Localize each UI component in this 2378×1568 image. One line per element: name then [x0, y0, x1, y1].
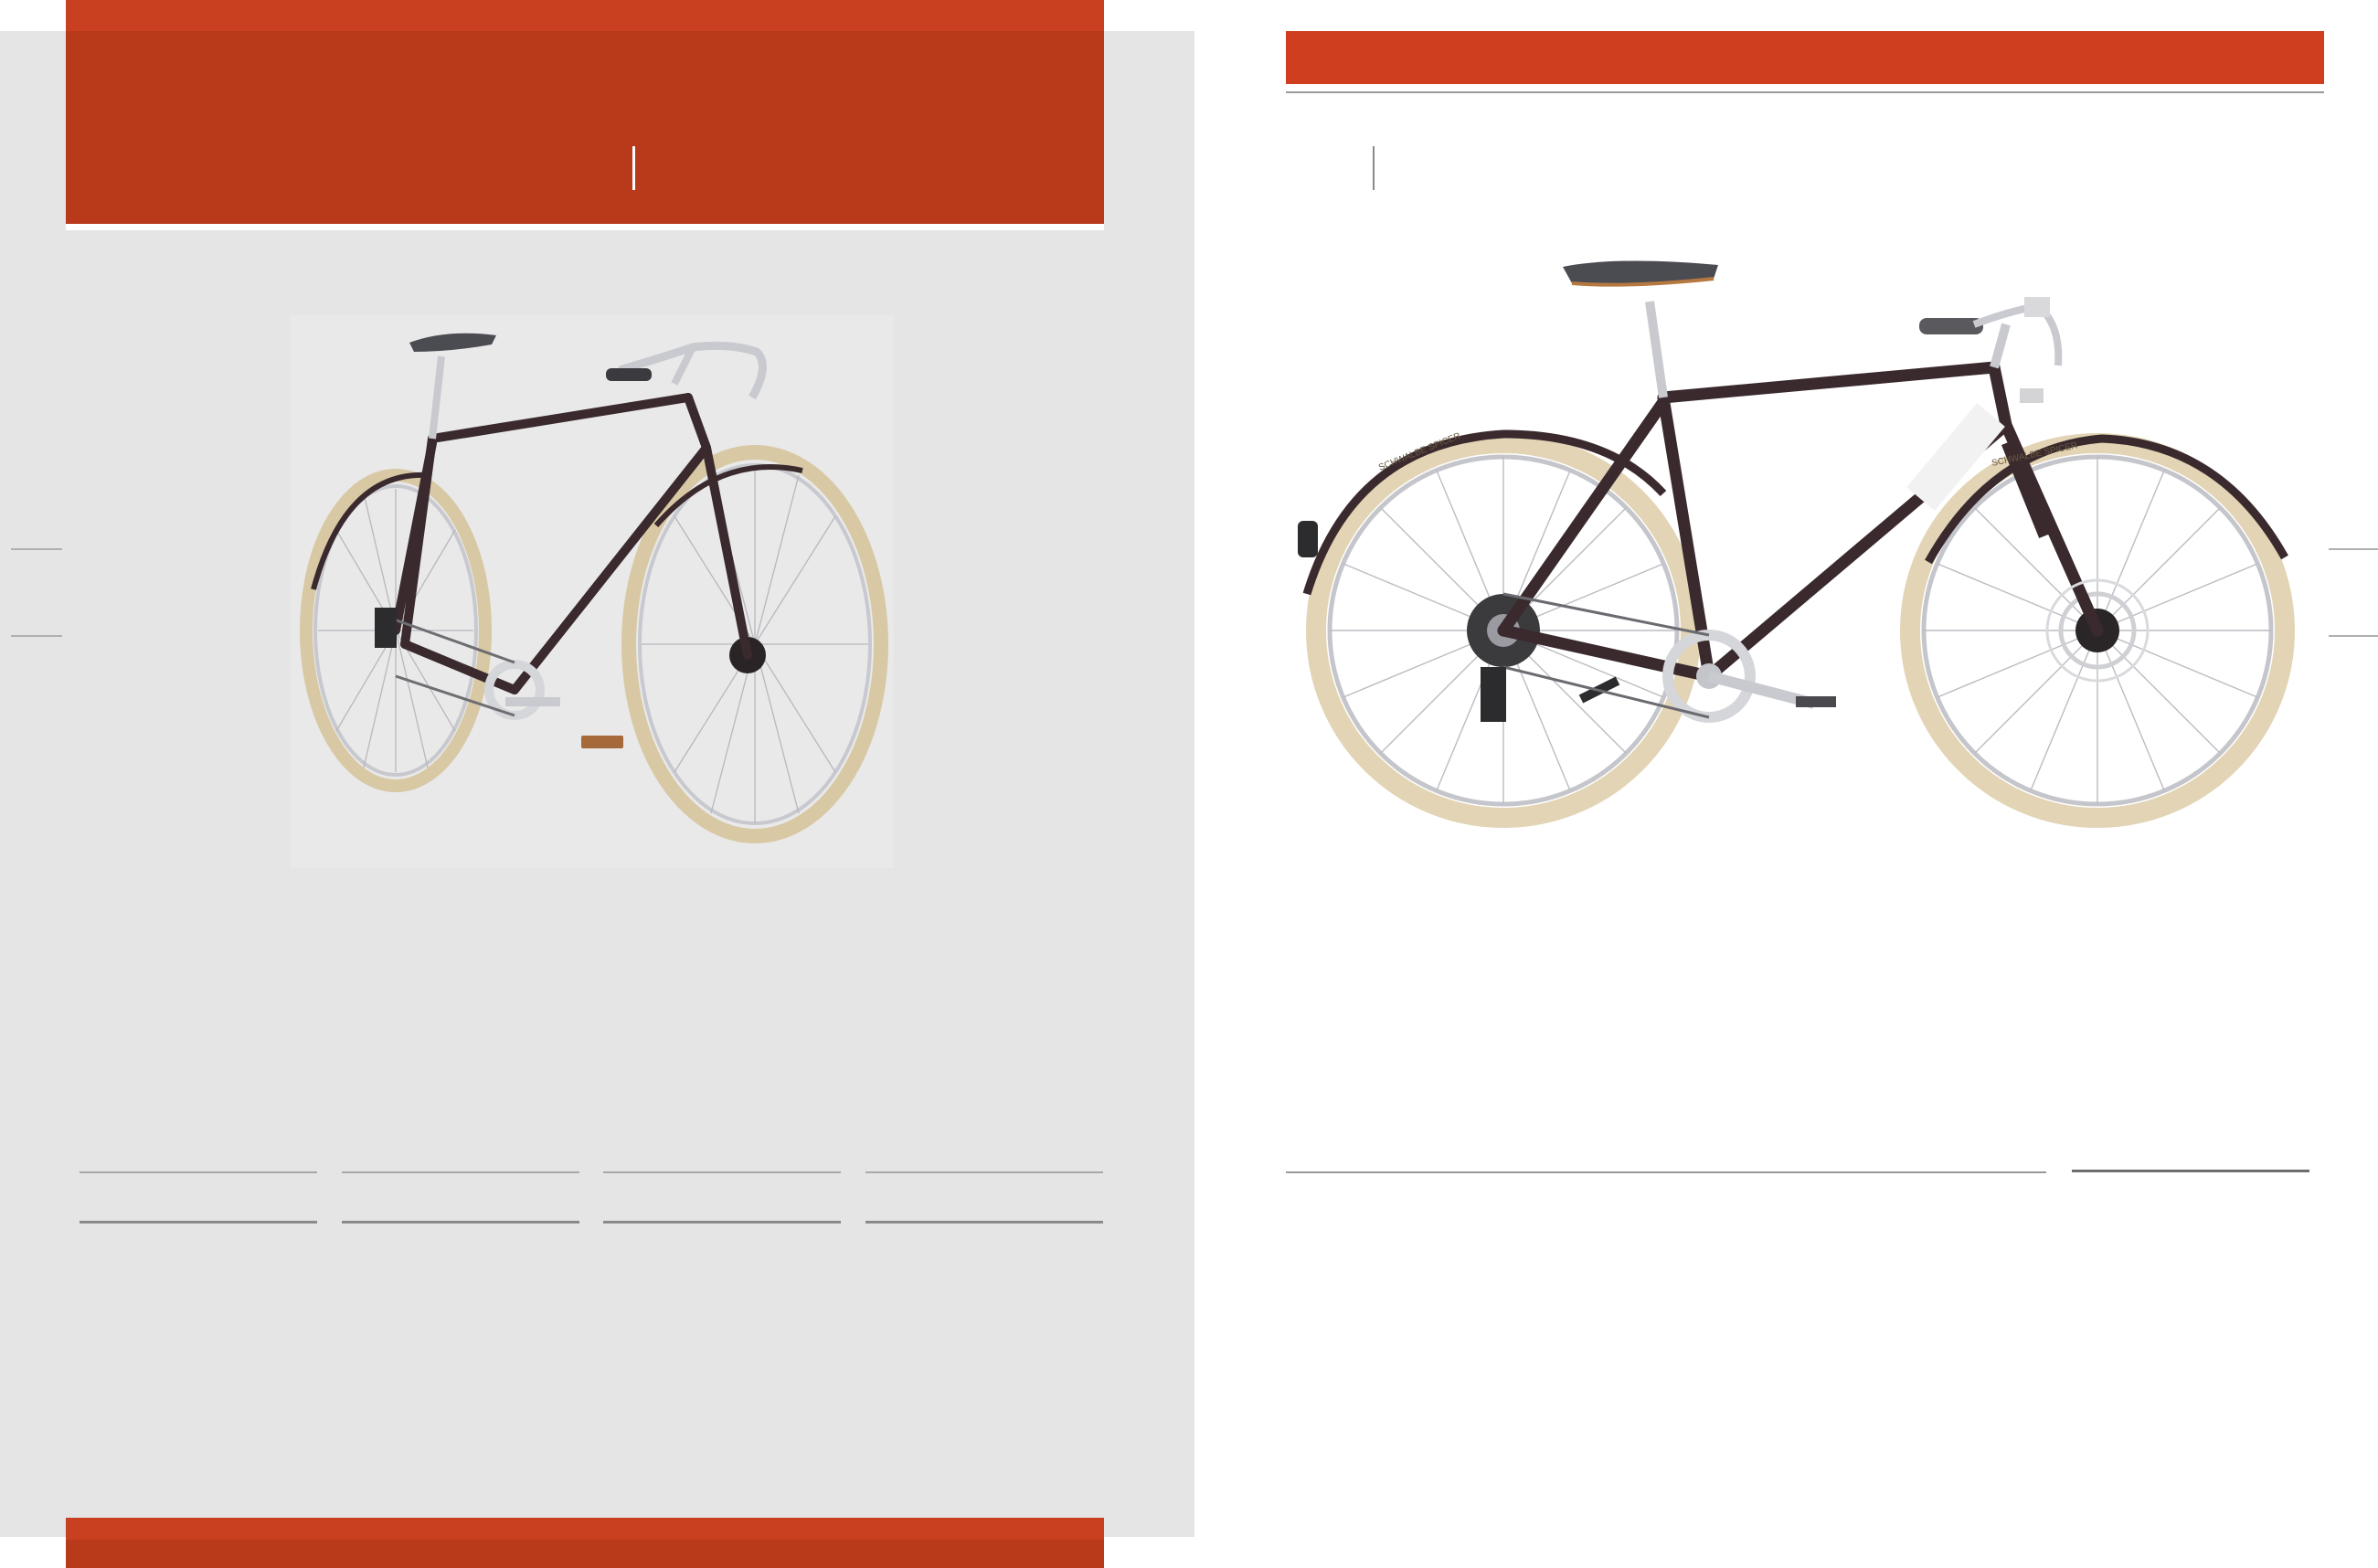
bike-side-image: SCHWALBE SPICER SCHWALBE SPICER	[1298, 260, 2295, 828]
spec-column-2-bottom-rule	[342, 1221, 579, 1224]
spec-column-2-top-rule	[342, 1171, 579, 1173]
right-margin-tick	[2329, 635, 2378, 637]
right-spec-top-rule	[1286, 1171, 2046, 1173]
right-spec-side-rule	[2072, 1170, 2309, 1172]
front-wheel	[621, 445, 888, 843]
spec-column-1-bottom-rule	[80, 1221, 317, 1224]
spec-column-4-top-rule	[865, 1171, 1103, 1173]
right-header-divider	[1373, 146, 1375, 190]
spec-column-3-bottom-rule	[603, 1221, 841, 1224]
spec-column-3-top-rule	[603, 1171, 841, 1173]
bike-three-quarter-image	[291, 315, 894, 868]
spec-column-1-top-rule	[80, 1171, 317, 1173]
left-header-banner	[66, 0, 1104, 224]
spec-column-4-bottom-rule	[865, 1221, 1103, 1224]
left-header-top-band	[66, 0, 1104, 31]
left-header-divider	[632, 146, 635, 190]
left-margin-tick	[11, 635, 62, 637]
right-header-rule	[1286, 91, 2324, 93]
left-footer-top-band	[66, 1518, 1104, 1540]
right-margin-tick	[2329, 548, 2378, 550]
right-header-banner	[1286, 31, 2324, 84]
left-header-underline	[66, 224, 1104, 230]
left-margin-tick	[11, 548, 62, 550]
